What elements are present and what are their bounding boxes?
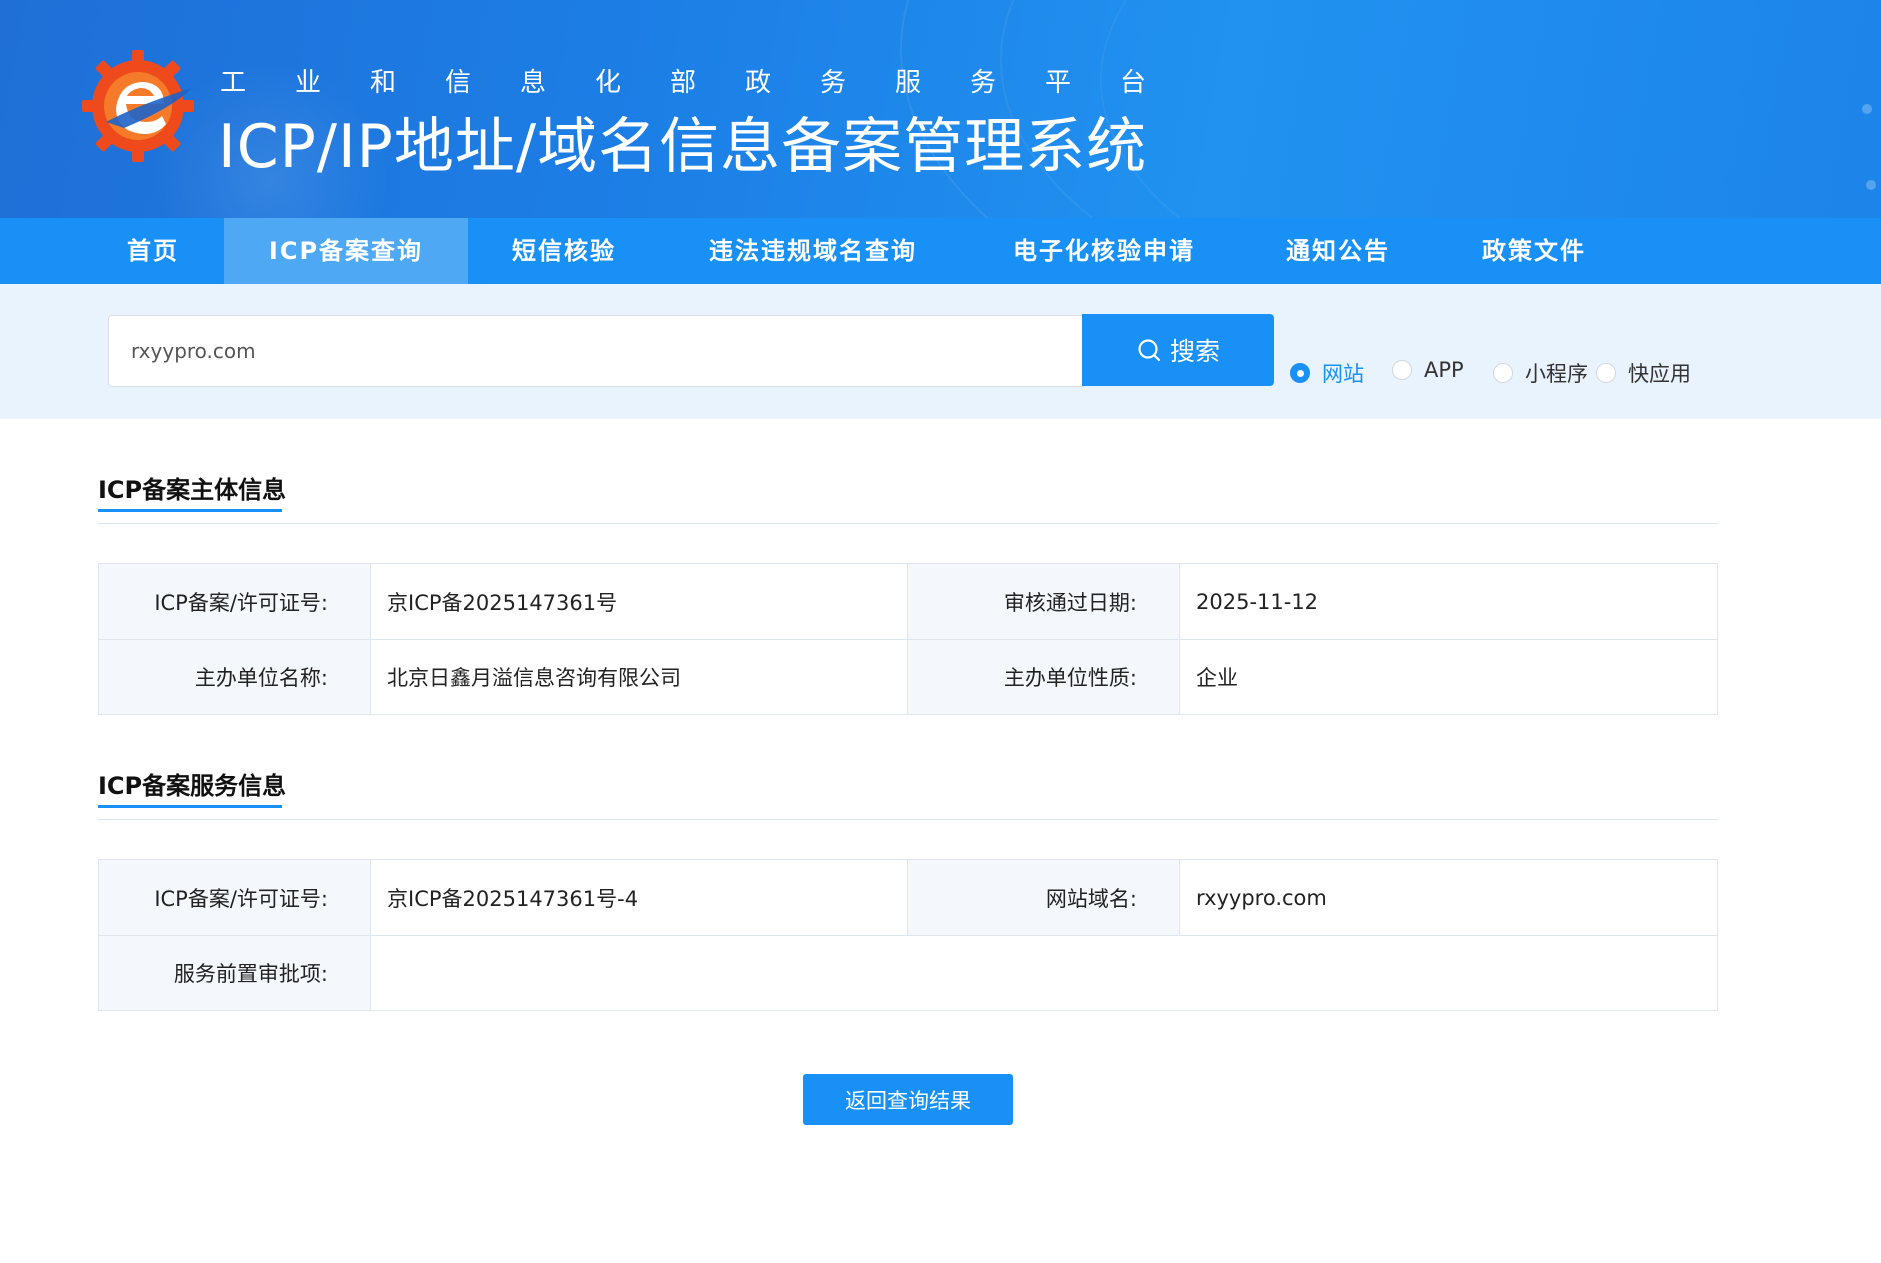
section-divider bbox=[98, 819, 1718, 820]
table-row: ICP备案/许可证号: 京ICP备2025147361号-4 网站域名: rxy… bbox=[99, 860, 1717, 935]
nav-item-notices[interactable]: 通知公告 bbox=[1262, 218, 1414, 284]
radio-quick-app[interactable]: 快应用 bbox=[1596, 358, 1691, 388]
section-title-service-info: ICP备案服务信息 bbox=[98, 772, 287, 800]
radio-label: 快应用 bbox=[1628, 362, 1691, 386]
table-row: 主办单位名称: 北京日鑫月溢信息咨询有限公司 主办单位性质: 企业 bbox=[99, 639, 1717, 714]
nav-item-policy-docs[interactable]: 政策文件 bbox=[1456, 218, 1612, 284]
section-title-subject-info: ICP备案主体信息 bbox=[98, 476, 287, 504]
table-row: ICP备案/许可证号: 京ICP备2025147361号 审核通过日期: 202… bbox=[99, 564, 1717, 639]
banner-dot bbox=[1866, 180, 1876, 190]
label-approval-date: 审核通过日期: bbox=[908, 564, 1180, 639]
header-banner: 工业和信息化部政务服务平台 ICP/IP地址/域名信息备案管理系统 bbox=[0, 0, 1881, 218]
value-approval-date: 2025-11-12 bbox=[1180, 564, 1717, 639]
platform-subtitle: 工业和信息化部政务服务平台 bbox=[220, 68, 1196, 98]
section-underline bbox=[98, 509, 282, 512]
radio-circle bbox=[1493, 363, 1513, 383]
radio-circle bbox=[1290, 363, 1310, 383]
system-title: ICP/IP地址/域名信息备案管理系统 bbox=[218, 112, 1148, 182]
nav-item-home[interactable]: 首页 bbox=[98, 218, 208, 284]
radio-circle bbox=[1596, 363, 1616, 383]
value-sponsor-name: 北京日鑫月溢信息咨询有限公司 bbox=[371, 640, 908, 714]
label-service-license-no: ICP备案/许可证号: bbox=[99, 860, 371, 935]
value-website-domain: rxyypro.com bbox=[1180, 860, 1717, 935]
main-nav: 首页 ICP备案查询 短信核验 违法违规域名查询 电子化核验申请 通知公告 政策… bbox=[0, 218, 1881, 284]
value-icp-license-no: 京ICP备2025147361号 bbox=[371, 564, 908, 639]
table-row: 服务前置审批项: bbox=[99, 935, 1717, 1010]
nav-item-electronic-verify[interactable]: 电子化核验申请 bbox=[984, 218, 1224, 284]
subject-info-table: ICP备案/许可证号: 京ICP备2025147361号 审核通过日期: 202… bbox=[98, 563, 1718, 715]
nav-item-illegal-domain-query[interactable]: 违法违规域名查询 bbox=[680, 218, 946, 284]
banner-dot bbox=[1862, 104, 1872, 114]
label-icp-license-no: ICP备案/许可证号: bbox=[99, 564, 371, 639]
section-divider bbox=[98, 523, 1718, 524]
radio-circle bbox=[1392, 360, 1412, 380]
radio-app[interactable]: APP bbox=[1392, 358, 1464, 382]
nav-item-icp-query[interactable]: ICP备案查询 bbox=[224, 218, 468, 284]
label-sponsor-type: 主办单位性质: bbox=[908, 640, 1180, 714]
search-type-group: 网站 APP 小程序 快应用 bbox=[0, 358, 1881, 388]
label-website-domain: 网站域名: bbox=[908, 860, 1180, 935]
radio-mini-program[interactable]: 小程序 bbox=[1493, 358, 1588, 388]
radio-website[interactable]: 网站 bbox=[1290, 358, 1364, 388]
service-info-table: ICP备案/许可证号: 京ICP备2025147361号-4 网站域名: rxy… bbox=[98, 859, 1718, 1011]
value-pre-approval-items bbox=[371, 936, 1717, 1010]
label-sponsor-name: 主办单位名称: bbox=[99, 640, 371, 714]
radio-label: 小程序 bbox=[1525, 362, 1588, 386]
section-underline bbox=[98, 805, 282, 808]
label-pre-approval-items: 服务前置审批项: bbox=[99, 936, 371, 1010]
nav-item-sms-verify[interactable]: 短信核验 bbox=[484, 218, 644, 284]
back-to-results-button[interactable]: 返回查询结果 bbox=[803, 1074, 1013, 1125]
radio-label: APP bbox=[1424, 358, 1464, 382]
miit-gear-e-logo-icon bbox=[82, 50, 194, 162]
banner-decoration bbox=[1100, 0, 1881, 218]
value-sponsor-type: 企业 bbox=[1180, 640, 1717, 714]
value-service-license-no: 京ICP备2025147361号-4 bbox=[371, 860, 908, 935]
radio-label: 网站 bbox=[1322, 362, 1364, 386]
